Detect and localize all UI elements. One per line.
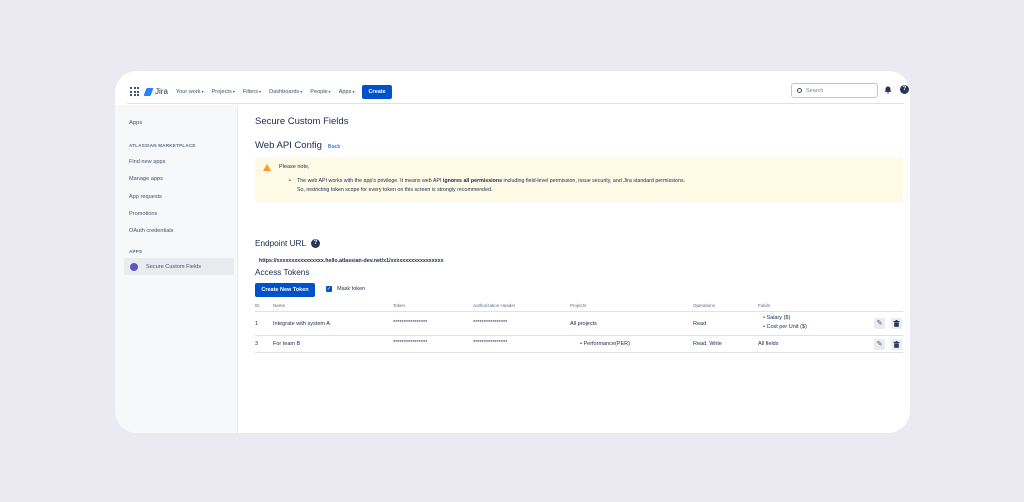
nav-label: Projects xyxy=(211,88,232,95)
nav-label: Apps xyxy=(338,88,352,95)
column-header-fields: Fields xyxy=(758,303,771,308)
nav-label: Dashboards xyxy=(269,88,300,95)
cell-auth-header: **************** xyxy=(473,320,508,326)
mask-token-label: Mask token xyxy=(337,286,366,292)
column-header-auth: Authorization Header xyxy=(473,303,516,308)
chevron-down-icon: ▾ xyxy=(300,89,303,94)
cell-name: Integrate with system A xyxy=(273,321,330,327)
cell-projects: Performance(PER) xyxy=(580,341,629,347)
table-row: 1 Integrate with system A **************… xyxy=(255,312,903,336)
nav-projects[interactable]: Projects ▾ xyxy=(212,89,235,95)
warning-note: Please note, xyxy=(279,164,310,170)
checkbox-checked-icon[interactable]: ✓ xyxy=(326,286,332,292)
table-row: 3 For team B **************** **********… xyxy=(255,336,903,353)
sidebar-title: Apps xyxy=(129,120,143,126)
sidebar-item-find-new-apps[interactable]: Find new apps xyxy=(129,159,165,165)
field-item: Salary ($) xyxy=(763,315,807,321)
create-button[interactable]: Create xyxy=(362,84,392,99)
cell-name: For team B xyxy=(273,341,301,347)
brand-name: Jira xyxy=(155,87,168,96)
field-item: Cost per Unit ($) xyxy=(763,324,806,330)
chevron-down-icon: ▾ xyxy=(201,89,204,94)
cell-auth-header: **************** xyxy=(473,340,508,346)
sidebar: Apps ATLASSIAN MARKETPLACE Find new apps… xyxy=(115,105,238,433)
jira-logo[interactable]: Jira xyxy=(143,87,168,96)
nav-people[interactable]: People ▾ xyxy=(310,89,330,95)
warning-bold-text: ignores all permissions xyxy=(442,178,503,184)
warning-line-2: So, restricting token scope for every to… xyxy=(297,187,493,193)
cell-token: **************** xyxy=(393,320,428,326)
sidebar-item-oauth-credentials[interactable]: OAuth credentials xyxy=(129,228,173,234)
sidebar-item-manage-apps[interactable]: Manage apps xyxy=(129,176,163,182)
endpoint-heading-label: Endpoint URL xyxy=(255,239,306,248)
notification-icon[interactable] xyxy=(884,86,892,96)
table-header: ID Name Token Authorization Header Proje… xyxy=(255,301,903,312)
app-window: Jira Your work ▾ Projects ▾ Filters ▾ Dashb… xyxy=(115,71,910,433)
cell-projects: All projects xyxy=(570,321,597,327)
sidebar-item-secure-custom-fields[interactable]: Secure Custom Fields xyxy=(124,258,234,275)
cell-id: 3 xyxy=(255,341,259,347)
jira-logo-icon xyxy=(143,87,154,96)
warning-text: The web API works with the app's privile… xyxy=(297,178,443,184)
warning-line-1: The web API works with the app's privile… xyxy=(289,178,686,184)
column-header-projects: Projects xyxy=(570,303,587,308)
search-input[interactable]: Search xyxy=(791,83,878,98)
nav-label: People xyxy=(310,88,328,95)
nav-label: Filters xyxy=(242,88,259,95)
mask-token-checkbox[interactable]: ✓ Mask token xyxy=(326,286,365,292)
section-title: Web API Config Back xyxy=(255,140,340,151)
nav-dashboards[interactable]: Dashboards ▾ xyxy=(269,89,302,95)
column-header-token: Token xyxy=(393,303,406,308)
help-icon[interactable]: ? xyxy=(310,239,320,248)
search-placeholder: Search xyxy=(806,87,824,94)
warning-icon xyxy=(263,164,271,171)
warning-panel: Please note, The web API works with the … xyxy=(255,157,903,202)
cell-token: **************** xyxy=(393,340,428,346)
warning-text: including field-level permission, issue … xyxy=(502,178,686,184)
sidebar-item-label: Secure Custom Fields xyxy=(146,263,202,270)
page-title: Secure Custom Fields xyxy=(255,116,349,127)
sidebar-section-apps: APPS xyxy=(129,249,143,254)
sidebar-item-promotions[interactable]: Promotions xyxy=(129,211,157,217)
edit-icon[interactable]: ✎ xyxy=(874,318,885,329)
app-icon xyxy=(130,262,138,271)
access-tokens-heading: Access Tokens xyxy=(255,268,310,277)
chevron-down-icon: ▾ xyxy=(328,89,331,94)
top-navigation: Jira Your work ▾ Projects ▾ Filters ▾ Dashb… xyxy=(127,80,909,104)
sidebar-section-marketplace: ATLASSIAN MARKETPLACE xyxy=(129,143,196,148)
create-new-token-button[interactable]: Create New Token xyxy=(255,283,315,297)
web-api-config-title: Web API Config xyxy=(255,140,322,151)
cell-fields: All fields xyxy=(758,341,779,347)
back-link[interactable]: Back xyxy=(328,144,340,150)
delete-icon[interactable] xyxy=(891,318,902,329)
cell-id: 1 xyxy=(255,321,259,327)
chevron-down-icon: ▾ xyxy=(352,89,355,94)
column-header-name: Name xyxy=(273,303,286,308)
cell-operations: Read, Write xyxy=(693,341,722,347)
edit-icon[interactable]: ✎ xyxy=(874,339,885,350)
nav-label: Your work xyxy=(175,88,201,95)
column-header-operations: Operations xyxy=(693,303,716,308)
cell-operations: Read xyxy=(693,321,707,327)
help-icon[interactable]: ? xyxy=(900,85,909,94)
chevron-down-icon: ▾ xyxy=(259,89,262,94)
delete-icon[interactable] xyxy=(891,339,902,350)
column-header-id: ID xyxy=(255,303,260,308)
nav-your-work[interactable]: Your work ▾ xyxy=(176,89,204,95)
main-content: Secure Custom Fields Web API Config Back… xyxy=(255,105,905,433)
endpoint-url: https://xxxxxxxxxxxxxxxx.hello.atlassian… xyxy=(259,258,444,264)
chevron-down-icon: ▾ xyxy=(232,89,235,94)
nav-apps[interactable]: Apps ▾ xyxy=(339,89,355,95)
sidebar-item-app-requests[interactable]: App requests xyxy=(129,194,162,200)
endpoint-heading: Endpoint URL ? xyxy=(255,239,320,248)
search-icon xyxy=(797,88,802,93)
cell-fields: Salary ($) Cost per Unit ($) xyxy=(763,315,807,330)
nav-filters[interactable]: Filters ▾ xyxy=(243,89,261,95)
tokens-table: ID Name Token Authorization Header Proje… xyxy=(255,301,903,353)
app-switcher-icon[interactable] xyxy=(130,87,139,96)
